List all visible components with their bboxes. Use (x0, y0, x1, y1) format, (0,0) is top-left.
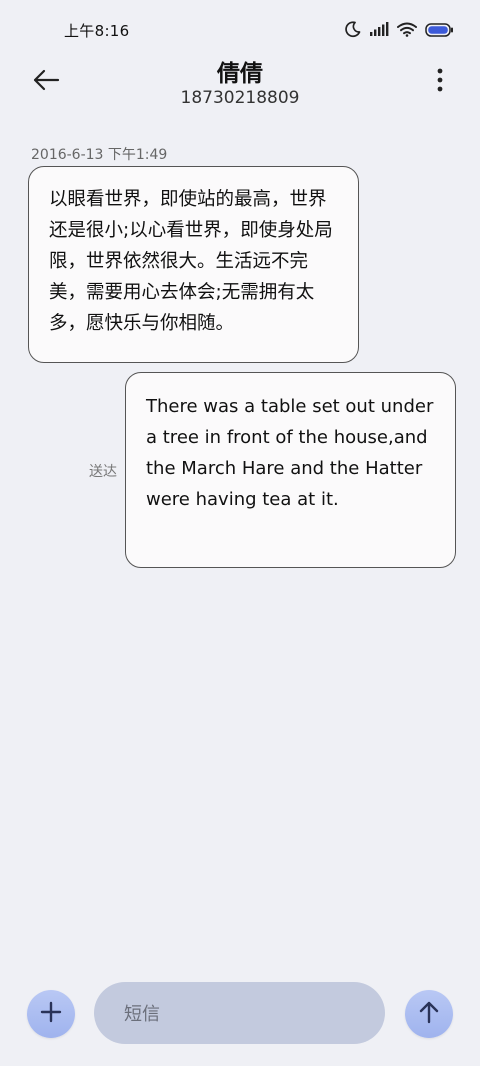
messaging-screen: 上午8:16 倩倩 18730218809 2016-6-13 下午1:49 以… (0, 0, 480, 1066)
battery-icon (425, 22, 454, 37)
contact-number: 18730218809 (180, 88, 300, 108)
outgoing-message-bubble[interactable]: There was a table set out under a tree i… (125, 372, 456, 568)
incoming-message-bubble[interactable]: 以眼看世界，即使站的最高，世界还是很小;以心看世界，即使身处局限，世界依然很大。… (28, 166, 359, 363)
delivery-status: 送达 (89, 464, 117, 480)
outgoing-message-text: There was a table set out under a tree i… (146, 396, 434, 510)
message-timestamp: 2016-6-13 下午1:49 (31, 147, 168, 163)
status-time: 上午8:16 (64, 22, 130, 40)
more-options-button[interactable] (430, 66, 450, 98)
contact-name: 倩倩 (217, 61, 263, 87)
plus-icon (40, 1001, 62, 1027)
status-icons (344, 21, 454, 38)
wifi-icon (397, 22, 417, 37)
conversation-header: 倩倩 18730218809 (0, 50, 480, 114)
incoming-message-text: 以眼看世界，即使站的最高，世界还是很小;以心看世界，即使身处局限，世界依然很大。… (49, 189, 333, 334)
signal-icon (369, 22, 389, 37)
more-vertical-icon (437, 68, 443, 96)
add-attachment-button[interactable] (27, 990, 75, 1038)
moon-icon (344, 21, 361, 38)
send-button[interactable] (405, 990, 453, 1038)
message-input[interactable] (122, 982, 376, 1046)
arrow-up-icon (418, 1000, 440, 1028)
message-input-container (94, 982, 385, 1046)
